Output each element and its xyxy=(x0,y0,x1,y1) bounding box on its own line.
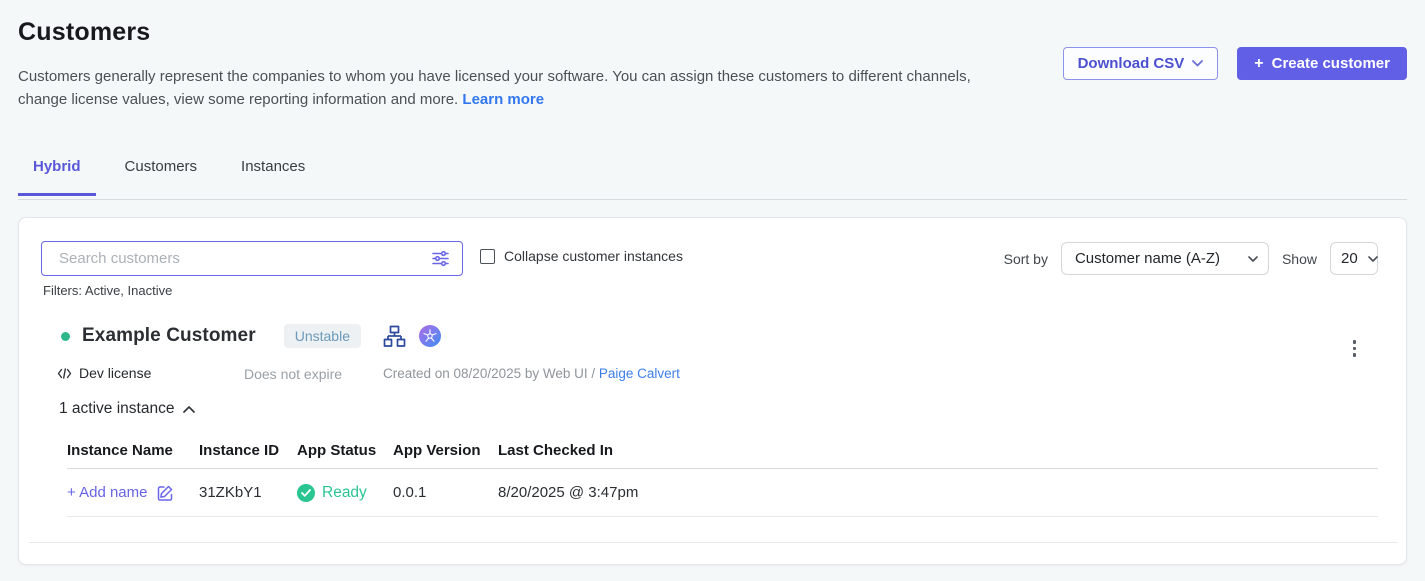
download-csv-button[interactable]: Download CSV xyxy=(1063,47,1219,80)
chevron-down-icon xyxy=(1248,256,1258,262)
active-filters-text: Filters: Active, Inactive xyxy=(43,283,172,298)
kubernetes-icon xyxy=(419,325,441,347)
created-info: Created on 08/20/2025 by Web UI / Paige … xyxy=(383,366,680,381)
instances-summary: 1 active instance xyxy=(59,400,174,418)
add-name-button[interactable]: + Add name xyxy=(67,484,199,502)
sort-select-value: Customer name (A-Z) xyxy=(1075,250,1220,267)
app-status-text: Ready xyxy=(322,484,367,502)
instances-toggle[interactable]: 1 active instance xyxy=(59,400,195,418)
tab-hybrid[interactable]: Hybrid xyxy=(18,158,96,196)
column-app-status: App Status xyxy=(297,442,393,459)
collapse-instances-label: Collapse customer instances xyxy=(504,248,683,264)
code-icon xyxy=(57,367,72,380)
plus-icon: + xyxy=(1254,55,1263,73)
collapse-instances-checkbox[interactable] xyxy=(480,249,495,264)
customers-panel: Collapse customer instances Sort by Cust… xyxy=(18,217,1407,565)
license-row: Dev license Does not expire Created on 0… xyxy=(19,365,1406,383)
last-checked-in: 8/20/2025 @ 3:47pm xyxy=(498,484,1378,501)
app-version: 0.0.1 xyxy=(393,484,498,501)
tab-instances[interactable]: Instances xyxy=(226,158,320,196)
column-instance-name: Instance Name xyxy=(67,442,199,459)
app-status: Ready xyxy=(297,484,393,502)
license-type: Dev license xyxy=(57,365,151,381)
list-controls: Sort by Customer name (A-Z) Show 20 xyxy=(1004,242,1378,275)
channel-badge: Unstable xyxy=(284,324,361,348)
download-csv-label: Download CSV xyxy=(1078,55,1185,72)
column-instance-id: Instance ID xyxy=(199,442,297,459)
page-description: Customers generally represent the compan… xyxy=(18,66,983,111)
sitemap-icon xyxy=(383,325,406,348)
create-customer-button[interactable]: + Create customer xyxy=(1237,47,1407,80)
search-input[interactable] xyxy=(42,242,431,275)
edit-icon xyxy=(156,484,174,502)
check-circle-icon xyxy=(297,484,315,502)
filter-sliders-icon[interactable] xyxy=(431,249,450,268)
customers-page: Customers Download CSV + Create customer… xyxy=(0,0,1425,581)
active-status-dot-icon xyxy=(61,332,70,341)
instances-table: Instance Name Instance ID App Status App… xyxy=(67,442,1378,517)
header-actions: Download CSV + Create customer xyxy=(1063,47,1407,80)
page-title: Customers xyxy=(18,18,150,47)
license-expiry: Does not expire xyxy=(244,366,342,382)
sort-select[interactable]: Customer name (A-Z) xyxy=(1061,242,1269,275)
sort-by-label: Sort by xyxy=(1004,251,1048,267)
create-customer-label: Create customer xyxy=(1272,55,1390,72)
customer-menu-kebab-icon[interactable] xyxy=(1349,336,1361,361)
chevron-down-icon xyxy=(1192,60,1203,67)
created-by-link[interactable]: Paige Calvert xyxy=(599,366,680,381)
show-label: Show xyxy=(1282,251,1317,267)
chevron-up-icon xyxy=(183,406,195,413)
customer-header: Example Customer Unstable xyxy=(61,324,441,348)
show-select[interactable]: 20 xyxy=(1330,242,1378,275)
instances-table-header: Instance Name Instance ID App Status App… xyxy=(67,442,1378,469)
collapse-instances-control: Collapse customer instances xyxy=(480,248,683,264)
add-name-label: + Add name xyxy=(67,484,147,501)
column-app-version: App Version xyxy=(393,442,498,459)
card-bottom-divider xyxy=(29,542,1398,543)
instance-row: + Add name 31ZKbY1 Ready 0.0.1 xyxy=(67,469,1378,517)
chevron-down-icon xyxy=(1368,256,1378,262)
license-type-label: Dev license xyxy=(79,365,151,381)
created-text: Created on 08/20/2025 by Web UI / xyxy=(383,366,599,381)
tab-bar-divider xyxy=(18,199,1407,200)
instance-id: 31ZKbY1 xyxy=(199,484,297,501)
tab-bar: Hybrid Customers Instances xyxy=(18,158,334,196)
tab-customers[interactable]: Customers xyxy=(110,158,213,196)
column-last-checked-in: Last Checked In xyxy=(498,442,1378,459)
customer-name[interactable]: Example Customer xyxy=(82,325,256,347)
show-select-value: 20 xyxy=(1341,250,1358,267)
search-box xyxy=(41,241,463,276)
learn-more-link[interactable]: Learn more xyxy=(462,91,544,108)
